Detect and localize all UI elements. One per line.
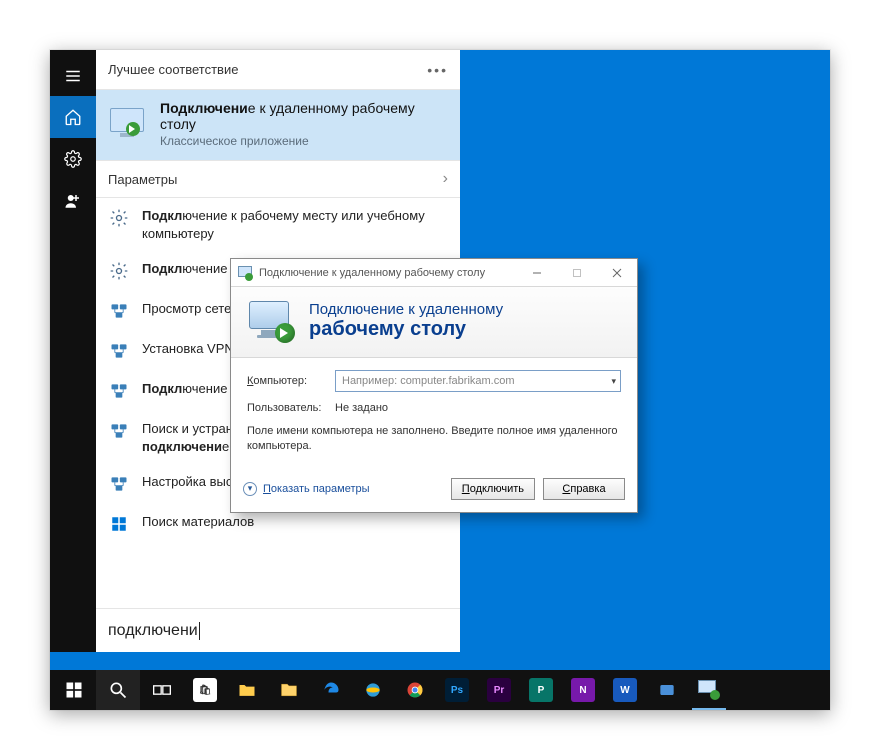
rdc-app[interactable] [688,670,730,710]
start-rail [50,50,96,652]
net-icon [108,300,130,322]
chevron-right-icon: › [443,170,448,188]
folder-app[interactable] [226,670,268,710]
window-controls [517,259,637,287]
rail-home[interactable] [50,96,96,138]
user-value: Не задано [335,402,388,414]
photoshop-app[interactable]: Ps [436,670,478,710]
search-button[interactable] [96,670,140,710]
hamburger-icon[interactable] [50,56,96,96]
gear-icon [108,260,130,282]
result-text: Подключение к рабочему месту или учебном… [142,207,448,242]
taskbar: 🛍 Ps Pr P N W [50,670,830,710]
publisher-app[interactable]: P [520,670,562,710]
net-icon [108,420,130,442]
premiere-app[interactable]: Pr [478,670,520,710]
dialog-titlebar[interactable]: Подключение к удаленному рабочему столу [231,259,637,287]
dialog-body: Компьютер: Например: computer.fabrikam.c… [231,358,637,468]
rail-account[interactable] [50,180,96,222]
net-icon [108,380,130,402]
dialog-footer: ▾ Показать параметры Подключить Справка [231,468,637,512]
onenote-app[interactable]: N [562,670,604,710]
gear-icon [108,207,130,229]
chrome-app[interactable] [394,670,436,710]
search-input[interactable]: подключени [108,622,198,640]
help-button[interactable]: Справка [543,478,625,500]
tool-app[interactable] [646,670,688,710]
info-text: Поле имени компьютера не заполнено. Введ… [247,424,621,454]
parameters-header[interactable]: Параметры › [96,160,460,198]
close-button[interactable] [597,259,637,287]
rdc-icon [108,106,148,142]
word-app[interactable]: W [604,670,646,710]
more-icon[interactable]: ••• [427,62,448,78]
user-row: Пользователь: Не задано [247,402,621,414]
best-match-label: Лучшее соответствие [108,62,238,77]
edge-app[interactable] [310,670,352,710]
computer-label: Компьютер: [247,375,325,387]
show-options-link[interactable]: ▾ Показать параметры [243,482,370,496]
desktop-frame: Лучшее соответствие ••• Подключение к уд… [50,50,830,710]
rdc-dialog: Подключение к удаленному рабочему столу … [230,258,638,513]
maximize-button[interactable] [557,259,597,287]
taskview-button[interactable] [140,670,184,710]
start-button[interactable] [52,670,96,710]
expand-icon: ▾ [243,482,257,496]
explorer-app[interactable] [268,670,310,710]
rail-settings[interactable] [50,138,96,180]
best-match-text: Подключение к удаленному рабочему столу … [160,100,448,148]
ie-app[interactable] [352,670,394,710]
dialog-title: Подключение к удаленному рабочему столу [231,265,485,281]
result-item[interactable]: Подключение к рабочему месту или учебном… [96,198,460,251]
best-match-item[interactable]: Подключение к удаленному рабочему столу … [96,90,460,160]
best-match-header: Лучшее соответствие ••• [96,50,460,90]
search-row[interactable]: подключени [96,608,460,652]
computer-row: Компьютер: Например: computer.fabrikam.c… [247,370,621,392]
minimize-button[interactable] [517,259,557,287]
dropdown-icon: ▾ [611,376,616,387]
result-text: Поиск материалов [142,513,254,531]
computer-combobox[interactable]: Например: computer.fabrikam.com ▾ [335,370,621,392]
rdc-large-icon [247,299,295,343]
net-icon [108,340,130,362]
text-caret [199,622,200,640]
rdc-small-icon [237,265,253,281]
store-app[interactable]: 🛍 [184,670,226,710]
net-icon [108,473,130,495]
user-label: Пользователь: [247,402,325,414]
connect-button[interactable]: Подключить [451,478,535,500]
dialog-banner: Подключение к удаленному рабочему столу [231,287,637,358]
win-icon [108,513,130,535]
